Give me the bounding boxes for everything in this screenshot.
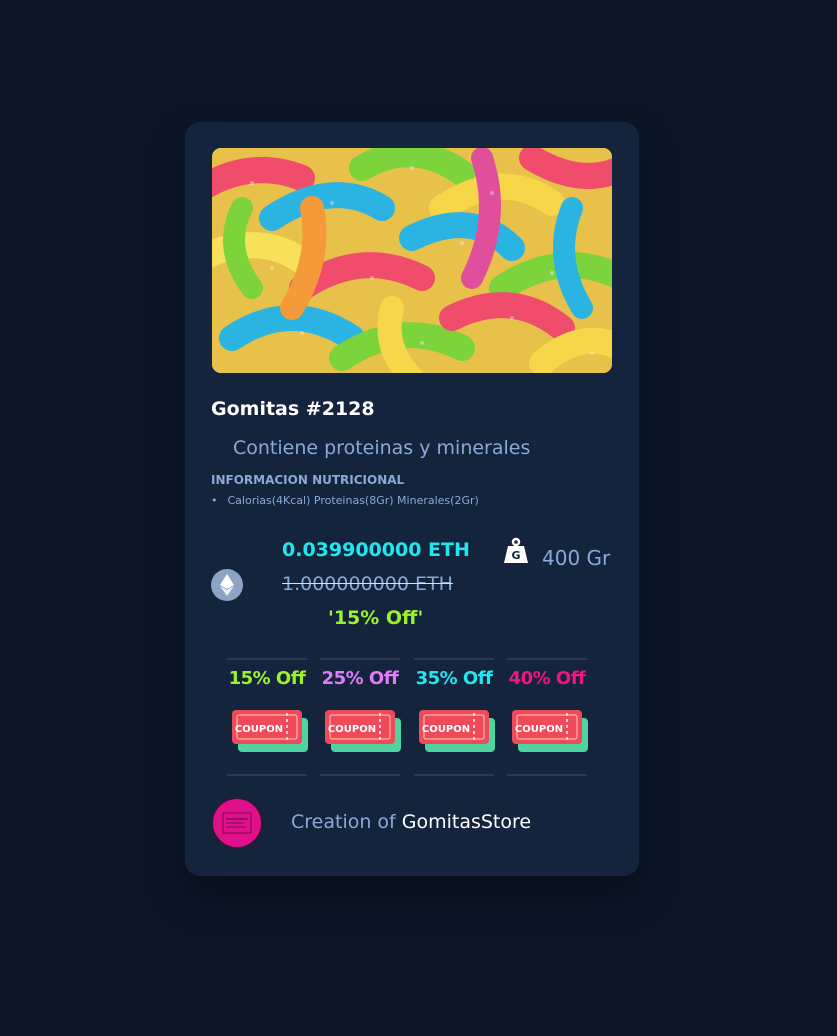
- discount-label: '15% Off': [328, 607, 424, 629]
- weight-value: 400 Gr: [542, 546, 611, 570]
- creator-prefix: Creation of: [291, 811, 396, 833]
- coupon-label: 40% Off: [508, 668, 586, 689]
- coupon-15[interactable]: 15% Off COUPON: [227, 658, 308, 776]
- coupon-ticket-icon: COUPON: [232, 710, 308, 752]
- ethereum-icon: [211, 569, 243, 601]
- creator-avatar[interactable]: [211, 797, 263, 849]
- coupon-ticket-text: COUPON: [422, 724, 470, 735]
- coupon-ticket-text: COUPON: [328, 724, 376, 735]
- coupon-40[interactable]: 40% Off COUPON: [507, 658, 588, 776]
- nutrition-item: Calorias(4Kcal) Proteinas(8Gr) Minerales…: [227, 494, 479, 507]
- svg-text:G: G: [511, 549, 520, 562]
- coupon-label: 15% Off: [228, 668, 306, 689]
- original-price: 1.000000000 ETH: [282, 573, 453, 595]
- coupon-label: 25% Off: [321, 668, 399, 689]
- nutrition-heading: INFORMACION NUTRICIONAL: [211, 473, 405, 487]
- product-description: Contiene proteinas y minerales: [233, 437, 531, 459]
- creator-name-link[interactable]: GomitasStore: [402, 811, 531, 833]
- store-logo-icon: [222, 812, 252, 834]
- product-card: Gomitas #2128 Contiene proteinas y miner…: [185, 122, 639, 876]
- bullet-icon: •: [211, 494, 218, 507]
- current-price: 0.039900000 ETH: [282, 539, 470, 561]
- coupon-ticket-text: COUPON: [235, 724, 283, 735]
- coupon-ticket-icon: COUPON: [325, 710, 401, 752]
- coupon-25[interactable]: 25% Off COUPON: [320, 658, 401, 776]
- product-image: [212, 148, 612, 373]
- coupon-ticket-icon: COUPON: [419, 710, 495, 752]
- coupon-label: 35% Off: [415, 668, 493, 689]
- weight-icon: G: [502, 537, 530, 569]
- coupon-ticket-text: COUPON: [515, 724, 563, 735]
- product-title: Gomitas #2128: [211, 398, 375, 420]
- coupon-35[interactable]: 35% Off COUPON: [414, 658, 495, 776]
- coupon-ticket-icon: COUPON: [512, 710, 588, 752]
- nutrition-list: • Calorias(4Kcal) Proteinas(8Gr) Minerale…: [211, 494, 479, 507]
- creator-line: Creation of GomitasStore: [291, 811, 531, 833]
